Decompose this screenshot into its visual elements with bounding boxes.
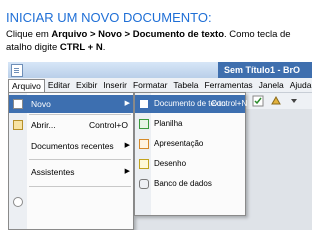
instr-end: . (102, 42, 106, 53)
slide-title: INICIAR UM NOVO DOCUMENTO: (6, 10, 212, 25)
menu-item-recentes-label: Documentos recentes (31, 141, 114, 151)
menu-janela[interactable]: Janela (256, 78, 287, 92)
menu-arquivo[interactable]: Arquivo (8, 78, 45, 93)
menu-item-assistentes-label: Assistentes (31, 167, 75, 177)
submenu-arrow-icon: ▶ (124, 100, 130, 107)
menu-formatar[interactable]: Formatar (130, 78, 170, 92)
instr-path: Arquivo > Novo > Documento de texto (51, 29, 225, 40)
spellcheck-icon[interactable] (252, 95, 264, 107)
menu-separator (29, 114, 131, 115)
submenu-arrow-icon: ▶ (124, 168, 130, 175)
instructions-text: Clique em Arquivo > Novo > Documento de … (6, 28, 306, 54)
menu-inserir[interactable]: Inserir (100, 78, 130, 92)
menu-item-abrir[interactable]: Abrir... Control+O (9, 116, 133, 134)
presentation-icon (139, 139, 149, 149)
instr-prefix: Clique em (6, 29, 52, 40)
menu-item-assistentes[interactable]: Assistentes ▶ (9, 163, 133, 181)
document-icon (11, 64, 23, 77)
submenu-item-documento-texto[interactable]: Documento de texto Control+N (135, 95, 248, 113)
menu-ajuda[interactable]: Ajuda (287, 78, 312, 92)
submenu-item-apresentacao-label: Apresentação (154, 139, 204, 148)
menu-bar: Arquivo Editar Exibir Inserir Formatar T… (8, 78, 312, 93)
submenu-item-planilha-label: Planilha (154, 119, 183, 128)
app-screenshot: Sem Título1 - BrO Arquivo Editar Exibir … (8, 62, 312, 230)
drawing-icon (139, 159, 149, 169)
submenu-arrow-icon: ▶ (124, 142, 130, 149)
submenu-item-documento-texto-shortcut: Control+N (211, 99, 248, 108)
submenu-item-planilha[interactable]: Planilha (135, 115, 245, 133)
menu-item-abrir-shortcut: Control+O (89, 120, 128, 130)
menu-item-abrir-label: Abrir... (31, 120, 56, 130)
open-folder-icon (13, 120, 23, 130)
instr-shortcut: CTRL + N (59, 42, 103, 53)
wizard-icon (13, 197, 23, 207)
window-titlebar: Sem Título1 - BrO (8, 62, 312, 78)
submenu-item-desenho[interactable]: Desenho (135, 155, 245, 173)
submenu-item-banco-dados[interactable]: Banco de dados (135, 175, 245, 193)
window-title: Sem Título1 - BrO (218, 62, 312, 78)
submenu-item-banco-dados-label: Banco de dados (154, 179, 212, 188)
menu-item-novo-label: Novo (31, 99, 51, 109)
menu-item-recentes[interactable]: Documentos recentes ▶ (9, 137, 133, 155)
text-document-icon (139, 99, 149, 109)
menu-exibir[interactable]: Exibir (73, 78, 100, 92)
menu-tabela[interactable]: Tabela (170, 78, 201, 92)
submenu-item-desenho-label: Desenho (154, 159, 187, 168)
arquivo-dropdown: Novo ▶ Abrir... Control+O Documentos rec… (8, 92, 134, 230)
menu-separator (29, 186, 131, 187)
database-icon (139, 179, 149, 189)
menu-item-novo[interactable]: Novo ▶ (9, 95, 133, 113)
submenu-item-apresentacao[interactable]: Apresentação (135, 135, 245, 153)
menu-editar[interactable]: Editar (45, 78, 73, 92)
menu-separator (29, 159, 131, 160)
menu-ferramentas[interactable]: Ferramentas (201, 78, 255, 92)
dropdown-arrow-icon[interactable] (288, 95, 300, 107)
spreadsheet-icon (139, 119, 149, 129)
novo-submenu: Documento de texto Control+N Planilha Ap… (134, 92, 248, 216)
menu-item-blank-1 (9, 193, 133, 211)
new-document-icon (13, 99, 23, 109)
paint-icon[interactable] (270, 95, 282, 107)
